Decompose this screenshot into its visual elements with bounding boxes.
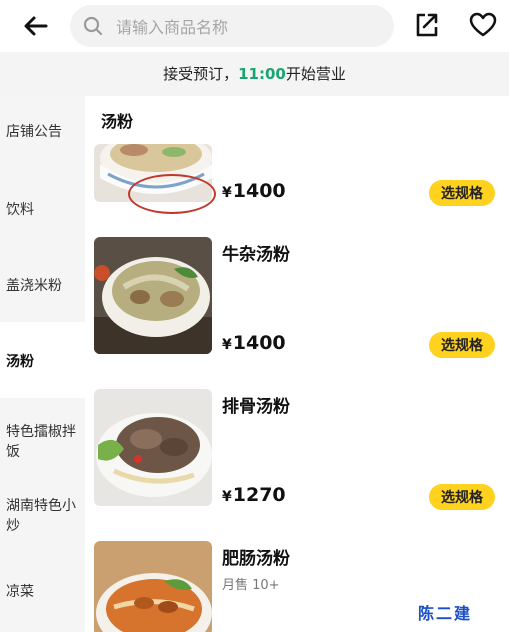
search-input[interactable] bbox=[114, 5, 388, 49]
sidebar-item-label: 盖浇米粉 bbox=[6, 278, 62, 294]
dish-image-beef-offal-noodles[interactable] bbox=[94, 237, 212, 354]
annotation-circle bbox=[128, 174, 216, 214]
sidebar-item-announcement[interactable]: 店铺公告 bbox=[0, 122, 85, 142]
sidebar-item-cold-dishes[interactable]: 凉菜 bbox=[0, 582, 85, 602]
sidebar-item-label: 饮料 bbox=[6, 202, 34, 218]
search-bar[interactable] bbox=[70, 5, 394, 49]
favorite-heart-icon[interactable] bbox=[468, 10, 498, 40]
noodle-bowl-image bbox=[94, 389, 212, 506]
share-icon[interactable] bbox=[412, 10, 442, 40]
dish-image-pork-intestine-noodles[interactable] bbox=[94, 541, 212, 632]
search-icon bbox=[83, 16, 103, 36]
noodle-bowl-image bbox=[94, 541, 212, 632]
notice-prefix: 接受预订， bbox=[163, 65, 239, 83]
sidebar-item-pepper-rice[interactable]: 特色擂椒拌饭 bbox=[0, 422, 85, 462]
sidebar-item-label: 特色擂椒拌饭 bbox=[6, 424, 76, 460]
price-value: 1270 bbox=[232, 484, 286, 506]
monthly-sales: 月售 10+ bbox=[222, 578, 280, 593]
sidebar-item-rice-noodle-covered[interactable]: 盖浇米粉 bbox=[0, 276, 85, 296]
sidebar-item-label: 湖南特色小炒 bbox=[6, 498, 76, 534]
price-value: 1400 bbox=[232, 332, 286, 354]
dish-name: 肥肠汤粉 bbox=[222, 549, 290, 569]
dish-name: 排骨汤粉 bbox=[222, 397, 290, 417]
sidebar-item-hunan-stirfry[interactable]: 湖南特色小炒 bbox=[0, 496, 85, 536]
sidebar-item-label: 汤粉 bbox=[6, 354, 34, 370]
back-arrow-icon[interactable] bbox=[20, 10, 52, 42]
sidebar-item-soup-noodles[interactable]: 汤粉 bbox=[0, 322, 85, 398]
notice-suffix: 开始营业 bbox=[285, 65, 346, 83]
notice-time: 11:00 bbox=[238, 65, 286, 83]
dish-image-pork-rib-noodles[interactable] bbox=[94, 389, 212, 506]
currency-symbol: ¥ bbox=[222, 489, 232, 505]
sidebar-item-label: 店铺公告 bbox=[6, 124, 62, 140]
sidebar-item-label: 凉菜 bbox=[6, 584, 34, 600]
section-title: 汤粉 bbox=[101, 112, 134, 131]
category-sidebar: 店铺公告 饮料 盖浇米粉 汤粉 特色擂椒拌饭 湖南特色小炒 凉菜 bbox=[0, 96, 85, 632]
sidebar-item-drinks[interactable]: 饮料 bbox=[0, 200, 85, 220]
top-bar bbox=[0, 0, 509, 52]
noodle-bowl-image bbox=[94, 237, 212, 354]
currency-symbol: ¥ bbox=[222, 185, 232, 201]
dish-price: ¥1270 bbox=[222, 484, 286, 506]
price-value: 1400 bbox=[232, 180, 286, 202]
watermark-text: 陈二建 bbox=[418, 604, 473, 623]
dish-price: ¥1400 bbox=[222, 180, 286, 202]
dish-name: 牛杂汤粉 bbox=[222, 245, 290, 265]
select-spec-button[interactable]: 选规格 bbox=[429, 180, 495, 206]
select-spec-button[interactable]: 选规格 bbox=[429, 484, 495, 510]
select-spec-button[interactable]: 选规格 bbox=[429, 332, 495, 358]
currency-symbol: ¥ bbox=[222, 337, 232, 353]
dish-price: ¥1400 bbox=[222, 332, 286, 354]
business-hours-notice: 接受预订，11:00开始营业 bbox=[0, 52, 509, 96]
